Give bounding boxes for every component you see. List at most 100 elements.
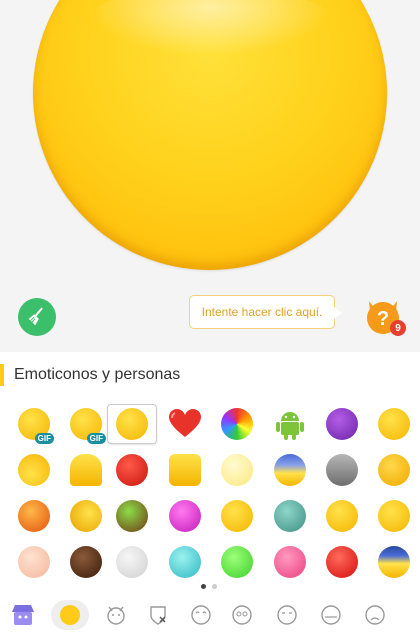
sun-flower-emoji <box>221 500 253 532</box>
pale-yellow-emoji <box>221 454 253 486</box>
purple-devil-emoji <box>326 408 358 440</box>
emoji-cell-android-robot[interactable] <box>268 405 312 443</box>
brown-dark-emoji <box>70 546 102 578</box>
category-smile-eyes[interactable] <box>186 600 216 630</box>
blush-emoji <box>378 500 410 532</box>
teal-zombie-emoji <box>274 500 306 532</box>
category-devil-outline[interactable] <box>101 600 131 630</box>
emoji-cell-hair-swirl[interactable] <box>12 451 56 489</box>
section-header: Emoticonos y personas <box>0 364 180 386</box>
android-icon <box>276 412 304 440</box>
page-dot-1[interactable] <box>201 584 206 589</box>
emoji-cell-green-mixed[interactable] <box>110 497 154 535</box>
emoji-cell-rainbow-swirl[interactable] <box>215 405 259 443</box>
hint-text: Intente hacer clic aquí. <box>201 305 323 319</box>
emoji-cell-ghost-yellow[interactable] <box>64 451 108 489</box>
blue-top-emoji <box>274 454 306 486</box>
emoji-cell-brown-dark[interactable] <box>64 543 108 581</box>
category-smiley-circle[interactable] <box>51 600 89 630</box>
emoji-cell-magenta[interactable] <box>163 497 207 535</box>
emoji-cell-gif-yellow-hand[interactable]: GIF <box>64 405 108 444</box>
gray-ghost-emoji <box>326 454 358 486</box>
gif-badge: GIF <box>86 433 106 444</box>
category-bar <box>0 592 420 638</box>
flat-face-icon <box>321 605 341 625</box>
page-dot-2[interactable] <box>212 584 217 589</box>
cyan-emoji <box>169 546 201 578</box>
green-bright-emoji <box>221 546 253 578</box>
red-devil-emoji <box>116 454 148 486</box>
category-sad-face[interactable] <box>360 600 390 630</box>
red-eyed-emoji <box>70 500 102 532</box>
flying-yellow-emoji <box>326 500 358 532</box>
emoji-cell-gray-ghost[interactable] <box>320 451 364 489</box>
emoji-cell-pale-yellow[interactable] <box>215 451 259 489</box>
light-gray-emoji <box>116 546 148 578</box>
closed-eyes-icon <box>277 605 297 625</box>
smile-eyes-icon <box>191 605 211 625</box>
emoji-cell-skin-peach[interactable] <box>12 543 56 581</box>
emoji-cell-gif-yellow[interactable]: GIF <box>12 405 56 444</box>
emoji-cell-square-yellow[interactable] <box>163 451 207 489</box>
pink-emoji <box>274 546 306 578</box>
shield-x-icon <box>150 606 166 625</box>
gif-yellow-emoji: GIF <box>18 408 54 444</box>
emoji-cell-green-bright[interactable] <box>215 543 259 581</box>
emoji-cell-sun-flower[interactable] <box>215 497 259 535</box>
emoji-cell-red-bright[interactable] <box>320 543 364 581</box>
section-title: Emoticonos y personas <box>14 366 181 383</box>
sad-face-icon <box>365 605 385 625</box>
category-closed-eyes[interactable] <box>272 600 302 630</box>
svg-text:?: ? <box>377 308 389 330</box>
clear-broom-button[interactable] <box>18 298 56 336</box>
wide-eyes-icon <box>232 605 252 625</box>
emoji-keyboard-panel: Emoticonos y personas GIF GIF <box>0 352 420 638</box>
emoji-cell-yellow-plain[interactable] <box>107 404 157 444</box>
emoji-cell-red-devil[interactable] <box>110 451 154 489</box>
hair-swirl-emoji <box>18 454 50 486</box>
page-indicator <box>201 584 217 589</box>
emoji-cell-red-eyed[interactable] <box>64 497 108 535</box>
category-shield-x[interactable] <box>143 600 173 630</box>
square-yellow-emoji <box>169 454 201 486</box>
smiley-circle-icon <box>60 605 80 625</box>
emoji-preview-area: Intente hacer clic aquí. ? 9 <box>0 0 420 352</box>
rainbow-swirl-emoji <box>221 408 253 440</box>
devil-outline-icon <box>107 606 125 625</box>
skin-peach-emoji <box>18 546 50 578</box>
notification-badge: 9 <box>390 320 406 336</box>
gif-badge: GIF <box>34 433 54 444</box>
angel-halo-emoji <box>378 408 410 440</box>
category-shop[interactable] <box>8 600 38 630</box>
emoji-cell-red-heart[interactable] <box>163 405 207 443</box>
emoji-cell-orange-round[interactable] <box>12 497 56 535</box>
big-emoji-preview <box>33 0 387 270</box>
gif-yellow-hand-emoji: GIF <box>70 408 106 444</box>
yellow-plain-emoji <box>116 408 148 440</box>
emoji-cell-blush[interactable] <box>372 497 416 535</box>
emoji-cell-navy-yellow[interactable] <box>372 543 416 581</box>
section-accent-bar <box>0 364 4 386</box>
emoji-cell-teal-zombie[interactable] <box>268 497 312 535</box>
emoji-cell-light-gray[interactable] <box>110 543 154 581</box>
emoji-cell-flying-yellow[interactable] <box>320 497 364 535</box>
hint-bubble[interactable]: Intente hacer clic aquí. <box>189 295 342 329</box>
category-flat-face[interactable] <box>316 600 346 630</box>
cat-face-emoji <box>378 454 410 486</box>
red-bright-emoji <box>326 546 358 578</box>
shop-icon <box>12 605 34 625</box>
emoji-cell-purple-devil[interactable] <box>320 405 364 443</box>
emoji-cell-angel-halo[interactable] <box>372 405 416 443</box>
orange-round-emoji <box>18 500 50 532</box>
emoji-cell-blue-top[interactable] <box>268 451 312 489</box>
navy-yellow-emoji <box>378 546 410 578</box>
emoji-cell-cyan[interactable] <box>163 543 207 581</box>
magenta-emoji <box>169 500 201 532</box>
ghost-yellow-emoji <box>70 454 102 486</box>
green-mixed-emoji <box>116 500 148 532</box>
emoji-cell-cat-face[interactable] <box>372 451 416 489</box>
category-wide-eyes[interactable] <box>227 600 257 630</box>
broom-icon <box>28 307 43 326</box>
heart-icon <box>169 409 201 437</box>
emoji-cell-pink[interactable] <box>268 543 312 581</box>
